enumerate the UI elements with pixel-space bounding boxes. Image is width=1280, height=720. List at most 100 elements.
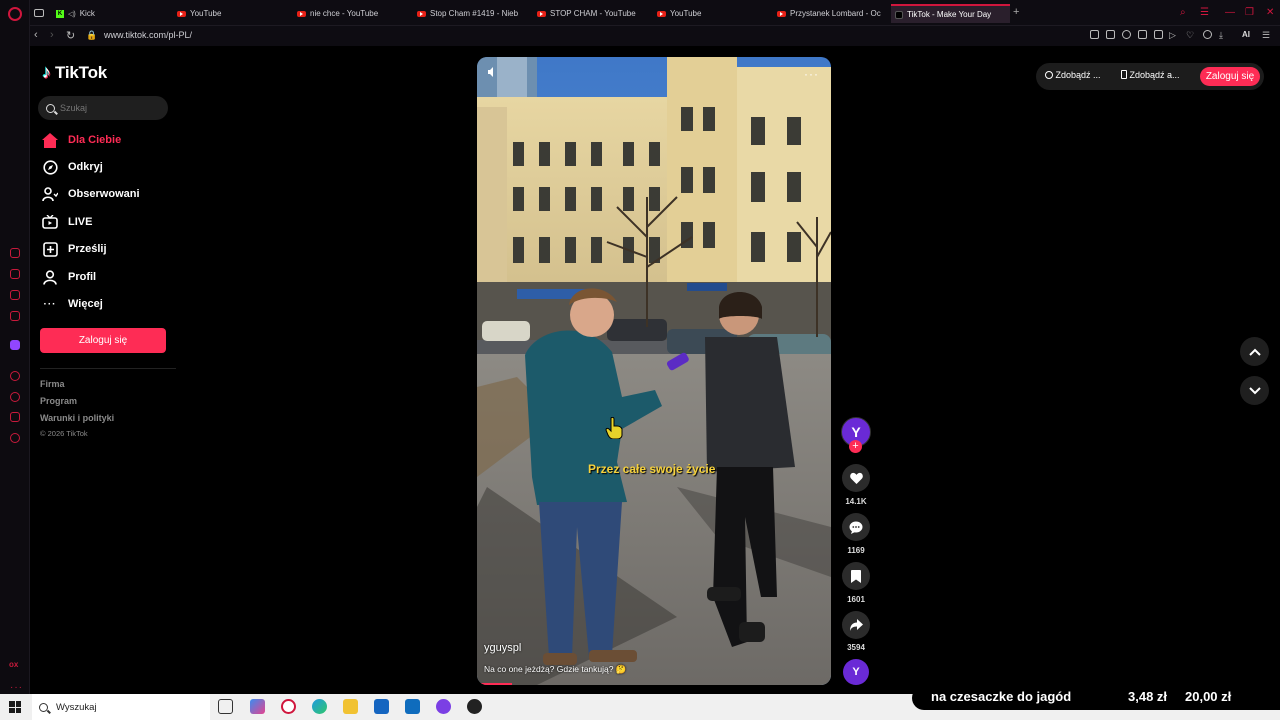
- get-coins-button[interactable]: Zdobądź ...: [1045, 70, 1101, 80]
- music-disc-icon[interactable]: Y: [843, 659, 869, 685]
- save-button[interactable]: [842, 562, 870, 590]
- store-icon[interactable]: [374, 699, 389, 714]
- comment-button[interactable]: [842, 513, 870, 541]
- mail-icon[interactable]: [405, 699, 420, 714]
- account-icon[interactable]: [1203, 30, 1212, 39]
- aria-ai-button[interactable]: AI: [1242, 30, 1250, 39]
- nav-item-following[interactable]: Obserwowani: [42, 186, 140, 202]
- tab-kick[interactable]: K ◁) Kick: [52, 4, 170, 23]
- like-count: 14.1K: [845, 497, 867, 506]
- upload-icon: [42, 241, 58, 257]
- sidebar-app-icon[interactable]: [10, 311, 20, 321]
- comment-icon: [849, 521, 863, 534]
- previous-video-button[interactable]: [1240, 337, 1269, 366]
- twitch-icon[interactable]: [10, 340, 20, 350]
- next-video-button[interactable]: [1240, 376, 1269, 405]
- file-explorer-icon[interactable]: [343, 699, 358, 714]
- vpn-icon[interactable]: [1122, 30, 1131, 39]
- opera-taskbar-icon[interactable]: [281, 699, 296, 714]
- video-description: Na co one jeżdżą? Gdzie tankują? 🤔: [484, 664, 627, 674]
- video-author[interactable]: yguyspl: [484, 642, 521, 654]
- sidebar-app-icon[interactable]: [10, 248, 20, 258]
- back-icon[interactable]: ‹: [34, 29, 38, 41]
- tab-youtube[interactable]: STOP CHAM - YouTube: [533, 4, 651, 23]
- easy-setup-icon[interactable]: ☰: [1200, 7, 1209, 18]
- chevron-up-icon: [1248, 348, 1261, 356]
- tab-tiktok[interactable]: TikTok - Make Your Day: [891, 4, 1010, 23]
- share-button[interactable]: [842, 611, 870, 639]
- settings-icon[interactable]: [10, 433, 20, 443]
- coin-icon: [1045, 71, 1053, 79]
- footer-link-program[interactable]: Program: [40, 396, 77, 406]
- save-count: 1601: [847, 595, 865, 604]
- get-app-button[interactable]: Zdobądź a...: [1121, 70, 1180, 80]
- tab-overview-icon[interactable]: [34, 9, 44, 17]
- youtube-icon: [417, 10, 426, 17]
- tab-youtube[interactable]: YouTube: [173, 4, 291, 23]
- reload-icon[interactable]: ↻: [66, 29, 75, 42]
- snapshot-icon[interactable]: [1106, 30, 1115, 39]
- menu-icon[interactable]: ☰: [1262, 30, 1270, 41]
- app-icon[interactable]: [467, 699, 482, 714]
- like-button[interactable]: [842, 464, 870, 492]
- nav-item-live[interactable]: LIVE: [42, 214, 92, 230]
- more-options-icon[interactable]: ···: [804, 67, 819, 81]
- heart-icon[interactable]: ♡: [1186, 30, 1194, 41]
- pin-icon[interactable]: [1090, 30, 1099, 39]
- task-view-icon[interactable]: [218, 699, 233, 714]
- wallet-icon[interactable]: [1138, 30, 1147, 39]
- maximize-icon[interactable]: ❐: [1245, 7, 1254, 18]
- nav-item-for-you[interactable]: Dla Ciebie: [42, 132, 121, 148]
- sidebar-ox-icon[interactable]: ox: [9, 660, 18, 669]
- tab-youtube[interactable]: YouTube: [653, 4, 771, 23]
- tiktok-logo[interactable]: ♪ TikTok: [42, 62, 107, 83]
- extensions-icon[interactable]: [10, 412, 20, 422]
- sidebar-app-icon[interactable]: [10, 290, 20, 300]
- top-login-button[interactable]: Zaloguj się: [1200, 67, 1260, 86]
- minimize-icon[interactable]: —: [1225, 7, 1235, 18]
- lock-icon: 🔒: [86, 30, 98, 40]
- tab-youtube[interactable]: nie chce - YouTube: [293, 4, 411, 23]
- player-icon[interactable]: [10, 371, 20, 381]
- tiktok-icon: [895, 10, 903, 19]
- mute-icon[interactable]: [487, 67, 497, 77]
- translate-icon[interactable]: [1154, 30, 1163, 39]
- app-icon[interactable]: [436, 699, 451, 714]
- nav-item-upload[interactable]: Prześlij: [42, 241, 107, 257]
- tab-youtube[interactable]: Stop Cham #1419 - Nieb: [413, 4, 531, 23]
- search-box[interactable]: [38, 96, 168, 120]
- play-icon[interactable]: ▷: [1169, 30, 1176, 41]
- taskbar-search[interactable]: Wyszukaj: [32, 694, 210, 720]
- video-player[interactable]: ··· Przez całe swoje życie yguyspl Na co…: [477, 57, 831, 685]
- youtube-icon: [657, 10, 666, 17]
- divider: [40, 368, 176, 369]
- comment-count: 1169: [847, 546, 865, 555]
- tab-youtube[interactable]: Przystanek Lombard - Oc: [773, 4, 887, 23]
- opera-logo-icon[interactable]: [8, 7, 22, 21]
- download-icon[interactable]: ⤓: [1219, 30, 1223, 41]
- search-input[interactable]: [60, 103, 160, 113]
- copilot-icon[interactable]: [250, 699, 265, 714]
- profile-icon: [42, 269, 58, 285]
- compass-icon: [42, 159, 58, 175]
- windows-start-icon[interactable]: [9, 701, 21, 713]
- login-button[interactable]: Zaloguj się: [40, 328, 166, 353]
- footer-link-company[interactable]: Firma: [40, 379, 65, 389]
- new-tab-button[interactable]: +: [1013, 6, 1019, 18]
- url-field[interactable]: www.tiktok.com/pl-PL/: [104, 30, 192, 40]
- edge-icon[interactable]: [312, 699, 327, 714]
- video-progress-bar[interactable]: [477, 683, 513, 685]
- history-icon[interactable]: [10, 392, 20, 402]
- close-icon[interactable]: ✕: [1266, 7, 1274, 18]
- nav-item-explore[interactable]: Odkryj: [42, 159, 103, 175]
- phone-icon: [1121, 70, 1127, 79]
- nav-item-more[interactable]: ··· Więcej: [42, 296, 103, 312]
- sidebar-more-icon[interactable]: ···: [10, 682, 23, 693]
- follow-plus-icon[interactable]: +: [849, 440, 862, 453]
- sidebar-app-icon[interactable]: [10, 269, 20, 279]
- forward-icon[interactable]: ›: [50, 29, 54, 41]
- nav-item-profile[interactable]: Profil: [42, 269, 96, 285]
- search-tabs-icon[interactable]: ⌕: [1180, 7, 1186, 18]
- footer-link-terms[interactable]: Warunki i polityki: [40, 413, 114, 423]
- search-icon: [39, 702, 48, 712]
